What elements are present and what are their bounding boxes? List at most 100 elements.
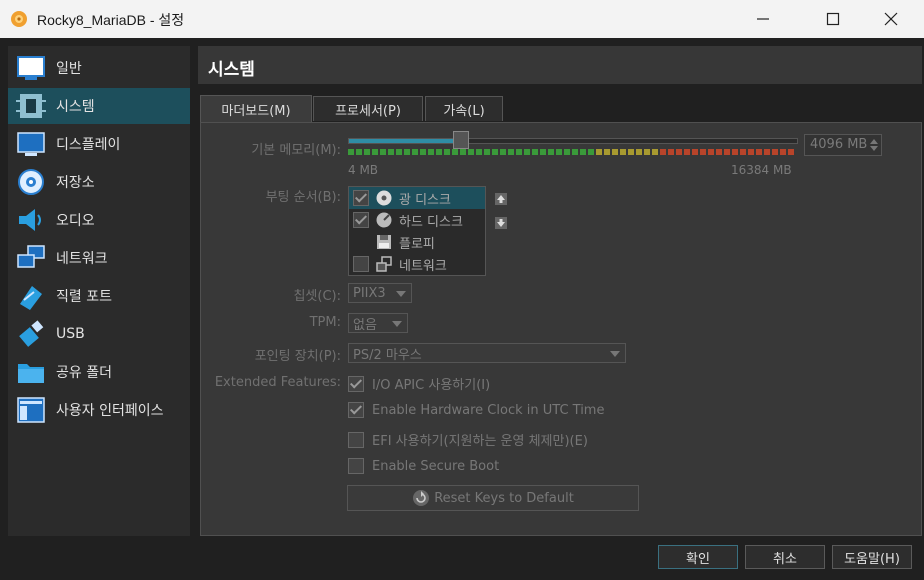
memory-scale-segment: [588, 149, 594, 155]
sidebar-item-usb[interactable]: USB: [8, 316, 190, 352]
io-apic-checkbox[interactable]: [348, 375, 364, 392]
tpm-select[interactable]: 없음: [348, 313, 408, 333]
memory-scale-segment: [708, 149, 714, 155]
sidebar-item-user-interface[interactable]: 사용자 인터페이스: [8, 392, 190, 428]
memory-scale-segment: [500, 149, 506, 155]
display-icon: [17, 132, 45, 156]
efi-checkbox[interactable]: [348, 431, 364, 448]
memory-scale-segment: [556, 149, 562, 155]
boot-item-floppy[interactable]: 플로피: [349, 231, 485, 253]
memory-scale-segment: [476, 149, 482, 155]
memory-scale-segment: [732, 149, 738, 155]
memory-scale-segment: [428, 149, 434, 155]
sidebar-item-label: USB: [56, 326, 85, 342]
sidebar-item-shared-folder[interactable]: 공유 폴더: [8, 354, 190, 390]
ok-button[interactable]: 확인: [658, 545, 738, 569]
boot-item-checkbox[interactable]: [353, 190, 369, 206]
maximize-button[interactable]: [810, 0, 856, 38]
memory-scale-segment: [540, 149, 546, 155]
motherboard-content: 기본 메모리(M): 4 MB 16384 MB 4096 MB 부팅 순서(B…: [200, 122, 922, 536]
memory-scale-segment: [612, 149, 618, 155]
folder-icon: [18, 364, 44, 383]
boot-item-network[interactable]: 네트워크: [349, 253, 485, 275]
memory-scale-segment: [380, 149, 386, 155]
memory-slider[interactable]: [348, 138, 798, 144]
sidebar-item-label: 직렬 포트: [56, 289, 112, 305]
ui-icon: [17, 397, 45, 423]
memory-scale-segment: [748, 149, 754, 155]
settings-sidebar: 일반 시스템 디스플레이 저장소 오디오 네트워크 직렬 포트 USB 공유 폴…: [8, 46, 190, 536]
sidebar-item-audio[interactable]: 오디오: [8, 202, 190, 238]
help-button[interactable]: 도움말(H): [832, 545, 912, 569]
pointing-device-select[interactable]: PS/2 마우스: [348, 343, 626, 363]
sidebar-item-display[interactable]: 디스플레이: [8, 126, 190, 162]
memory-scale-segment: [548, 149, 554, 155]
reset-icon: [413, 490, 430, 506]
memory-scale-segment: [396, 149, 402, 155]
speaker-icon: [19, 209, 41, 231]
memory-scale-segment: [652, 149, 658, 155]
tpm-value: 없음: [353, 317, 377, 333]
sidebar-item-label: 오디오: [56, 213, 95, 229]
sidebar-item-system[interactable]: 시스템: [8, 88, 190, 124]
chipset-value: PIIX3: [353, 285, 386, 301]
sidebar-item-label: 공유 폴더: [56, 365, 112, 381]
sidebar-item-general[interactable]: 일반: [8, 50, 190, 86]
cancel-button[interactable]: 취소: [745, 545, 825, 569]
network-icon: [17, 245, 45, 268]
chip-icon: [16, 94, 46, 118]
boot-item-label: 플로피: [399, 236, 435, 252]
minimize-button[interactable]: [740, 0, 786, 38]
reset-keys-button[interactable]: Reset Keys to Default: [347, 485, 639, 511]
sidebar-item-serial-port[interactable]: 직렬 포트: [8, 278, 190, 314]
memory-scale-segment: [660, 149, 666, 155]
tab-motherboard[interactable]: 마더보드(M): [200, 95, 312, 122]
chipset-select[interactable]: PIIX3: [348, 283, 412, 303]
memory-slider-handle[interactable]: [453, 131, 469, 149]
boot-item-label: 광 디스크: [399, 192, 451, 208]
serial-port-icon: [20, 286, 42, 310]
memory-scale-segment: [684, 149, 690, 155]
memory-scale-segment: [388, 149, 394, 155]
hard-disk-icon: [376, 212, 392, 228]
move-up-icon[interactable]: [495, 193, 507, 205]
utc-clock-checkbox[interactable]: [348, 402, 364, 418]
boot-item-hard-disk[interactable]: 하드 디스크: [349, 209, 485, 231]
memory-scale-segment: [372, 149, 378, 155]
memory-label: 기본 메모리(M):: [251, 143, 341, 158]
pointing-device-label: 포인팅 장치(P):: [254, 349, 341, 364]
chipset-label: 칩셋(C):: [293, 289, 341, 304]
usb-icon: [19, 320, 44, 347]
settings-panel: 시스템 마더보드(M) 프로세서(P) 가속(L) 기본 메모리(M): 4 M…: [198, 46, 922, 536]
memory-scale-segment: [676, 149, 682, 155]
secure-boot-checkbox[interactable]: [348, 458, 364, 474]
memory-scale-segment: [412, 149, 418, 155]
memory-scale-segment: [772, 149, 778, 155]
feature-secure-boot[interactable]: Enable Secure Boot: [348, 458, 499, 474]
memory-scale-segment: [356, 149, 362, 155]
optical-disc-icon: [376, 190, 392, 206]
boot-order-label: 부팅 순서(B):: [265, 190, 341, 205]
feature-utc-clock[interactable]: Enable Hardware Clock in UTC Time: [348, 402, 604, 418]
boot-item-optical[interactable]: 광 디스크: [349, 187, 485, 209]
boot-item-checkbox[interactable]: [353, 212, 369, 228]
storage-disk-icon: [18, 169, 44, 195]
close-button[interactable]: [868, 0, 914, 38]
sidebar-item-network[interactable]: 네트워크: [8, 240, 190, 276]
feature-io-apic[interactable]: I/O APIC 사용하기(I): [348, 374, 490, 393]
move-down-icon[interactable]: [495, 217, 507, 229]
feature-label: Enable Secure Boot: [372, 458, 500, 474]
memory-scale-segment: [628, 149, 634, 155]
sidebar-item-label: 디스플레이: [56, 137, 121, 153]
feature-efi[interactable]: EFI 사용하기(지원하는 운영 체제만)(E): [348, 430, 588, 449]
memory-spinbox[interactable]: 4096 MB: [804, 134, 882, 156]
boot-item-checkbox[interactable]: [353, 256, 369, 272]
tab-processor[interactable]: 프로세서(P): [313, 96, 423, 121]
memory-scale-segment: [620, 149, 626, 155]
sidebar-item-label: 일반: [56, 61, 82, 77]
tab-acceleration[interactable]: 가속(L): [425, 96, 503, 121]
memory-max-label: 16384 MB: [731, 163, 792, 177]
memory-scale-segment: [692, 149, 698, 155]
feature-label: EFI 사용하기(지원하는 운영 체제만)(E): [372, 434, 588, 449]
sidebar-item-storage[interactable]: 저장소: [8, 164, 190, 200]
